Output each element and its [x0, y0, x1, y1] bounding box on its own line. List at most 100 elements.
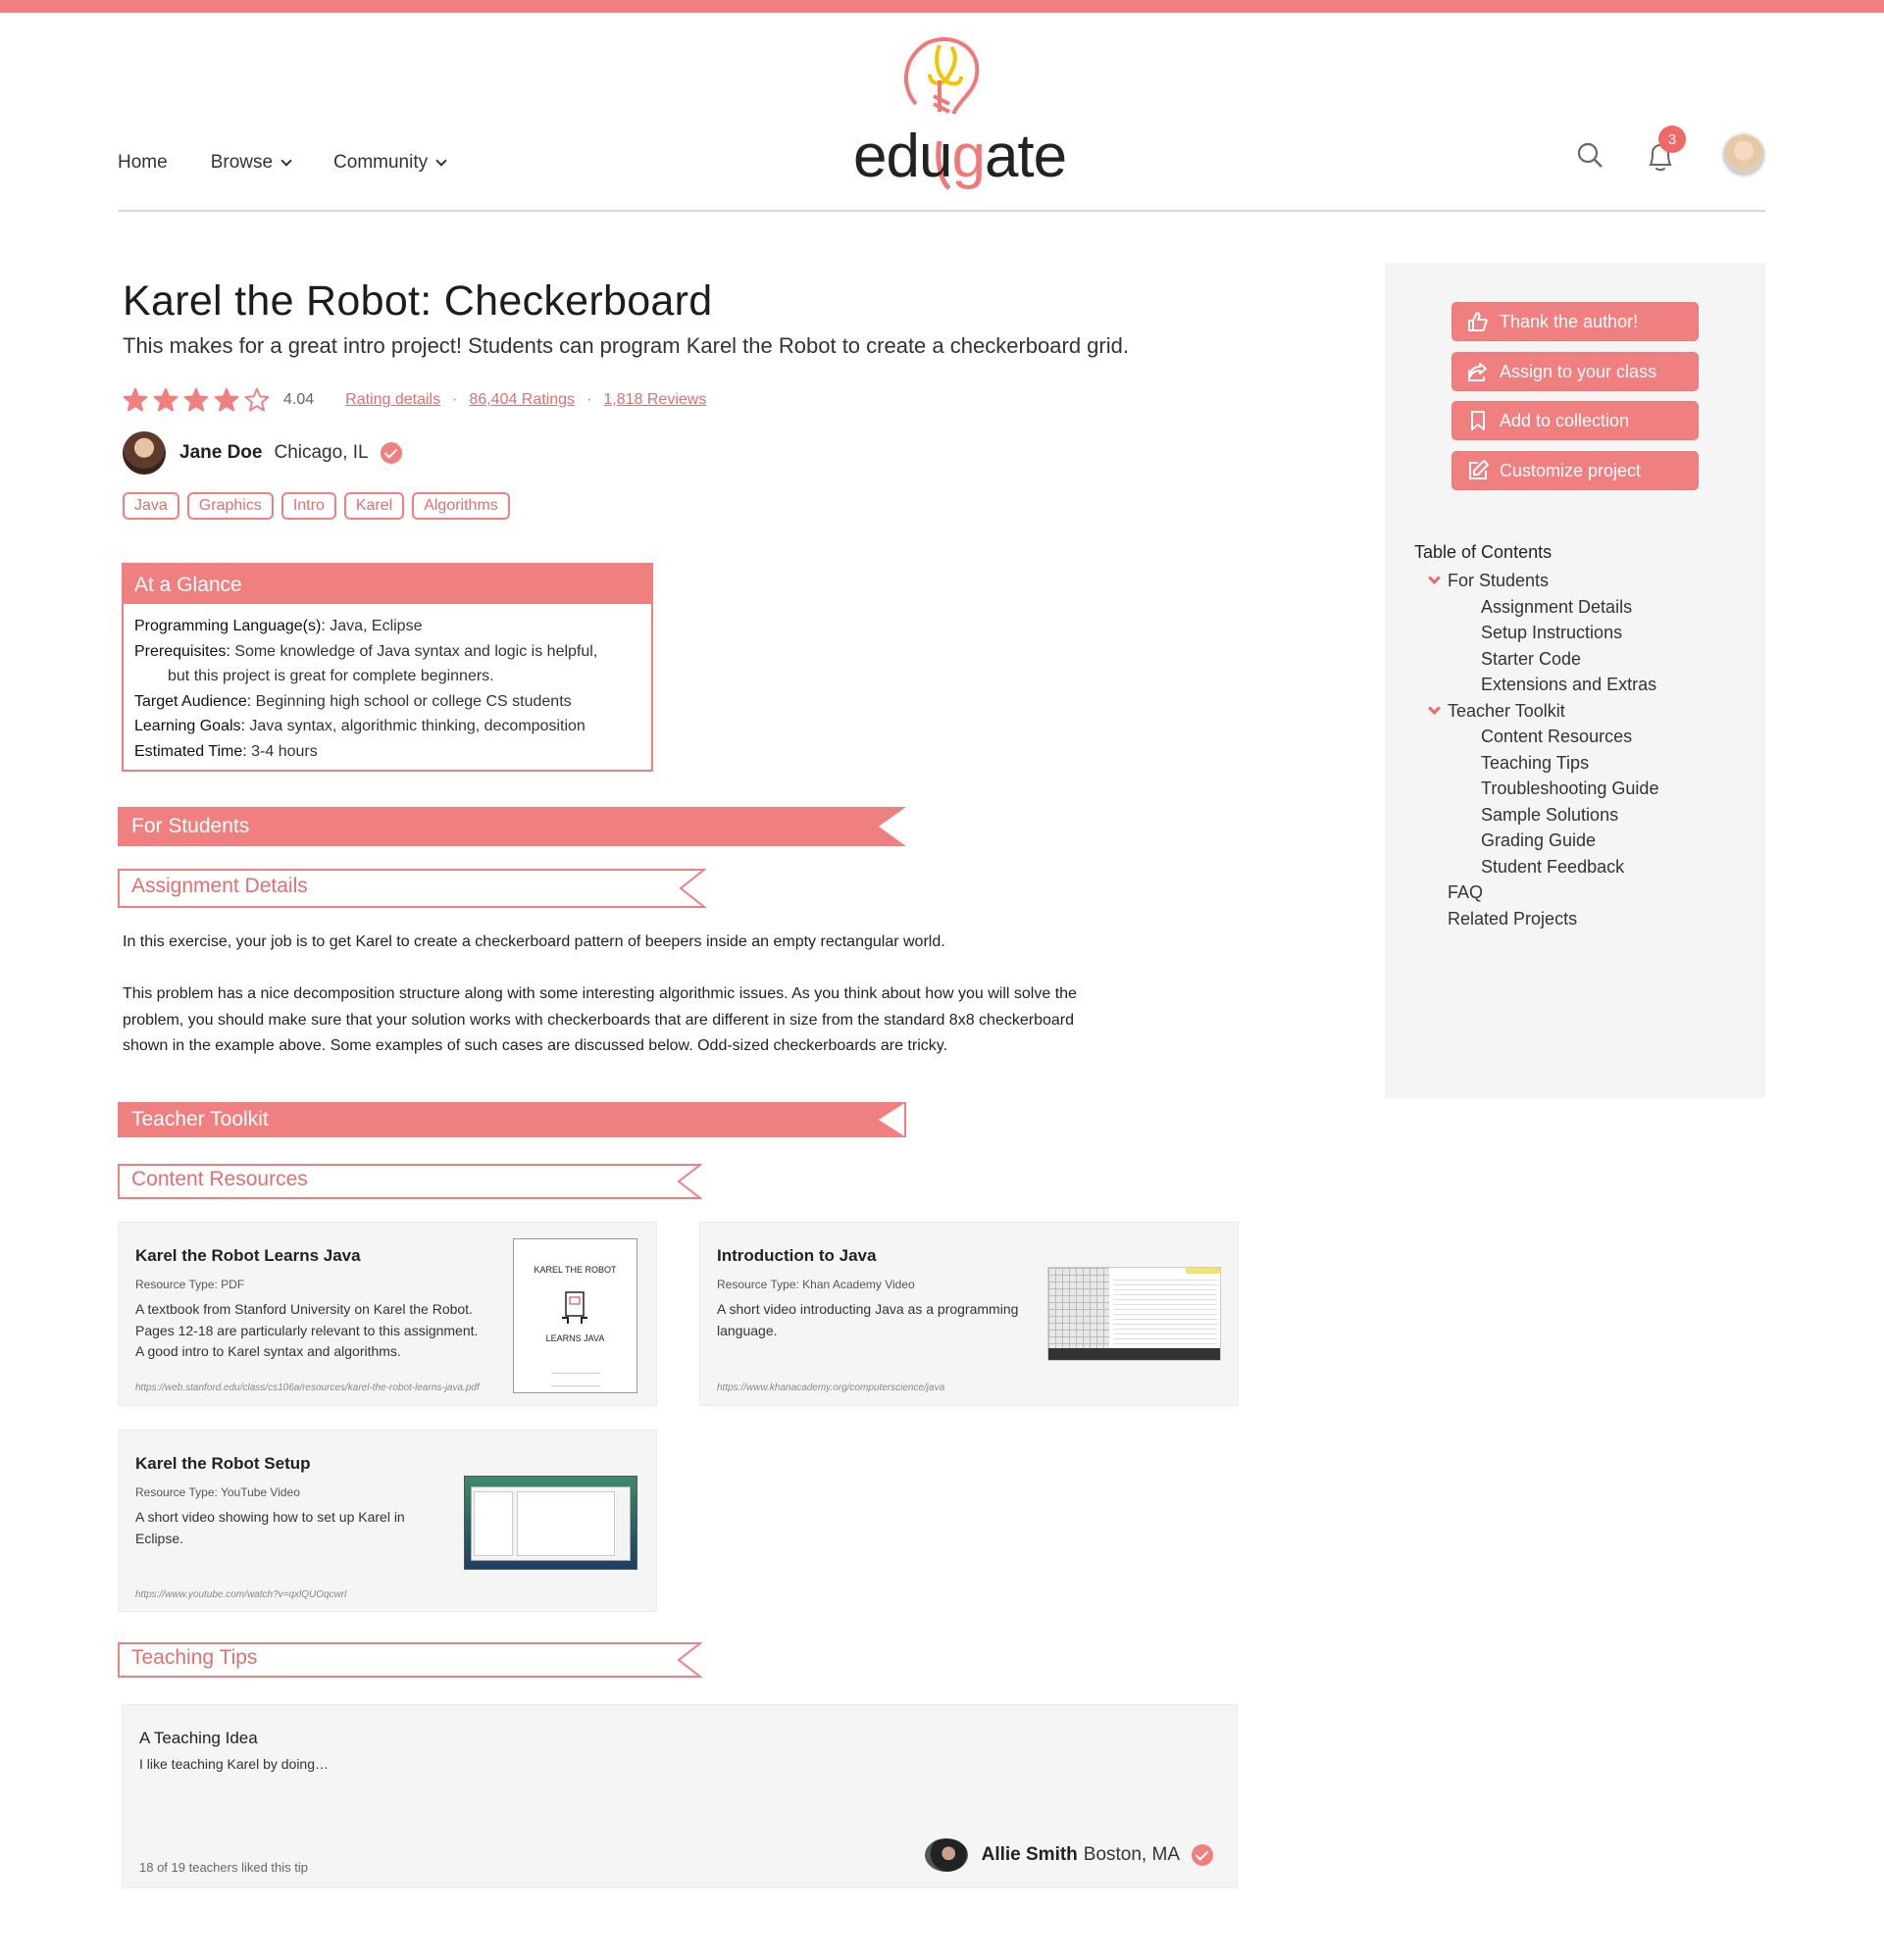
toc-assignment-details[interactable]: Assignment Details	[1414, 594, 1658, 621]
pdf-cover-fineprint	[551, 1373, 600, 1386]
tip-likes: 18 of 19 teachers liked this tip	[139, 1860, 308, 1875]
thumbs-up-icon	[1468, 312, 1488, 331]
customize-project-button[interactable]: Customize project	[1451, 451, 1699, 490]
tag-algorithms[interactable]: Algorithms	[412, 492, 510, 520]
toc-for-students[interactable]: For Students	[1414, 568, 1658, 594]
customize-project-label: Customize project	[1500, 460, 1642, 480]
share-icon	[1468, 363, 1487, 381]
subsection-assignment-details-label: Assignment Details	[131, 875, 308, 897]
karel-robot-icon	[562, 1291, 587, 1324]
chevron-down-icon[interactable]	[1428, 572, 1441, 584]
subsection-assignment-details: Assignment Details	[118, 869, 706, 908]
toc-content-resources[interactable]: Content Resources	[1414, 724, 1658, 750]
nav-browse[interactable]: Browse	[210, 152, 292, 174]
thank-author-button[interactable]: Thank the author!	[1451, 302, 1699, 341]
nav-community[interactable]: Community	[333, 152, 447, 174]
resource-description-line: A good intro to Karel syntax and algorit…	[135, 1343, 401, 1359]
reviews-count-link[interactable]: 1,818 Reviews	[603, 391, 706, 409]
add-collection-button[interactable]: Add to collection	[1451, 401, 1699, 440]
nav-home[interactable]: Home	[118, 152, 168, 174]
toc-setup-instructions[interactable]: Setup Instructions	[1414, 620, 1658, 646]
resource-description-line: A short video introducting Java as a pro…	[717, 1301, 1019, 1317]
toc-starter-code[interactable]: Starter Code	[1414, 646, 1658, 673]
search-icon[interactable]	[1576, 141, 1604, 169]
pdf-cover-subtitle: LEARNS JAVA	[545, 1333, 605, 1343]
resource-url[interactable]: https://www.khanacademy.org/computerscie…	[717, 1382, 944, 1393]
nav-browse-label: Browse	[210, 152, 274, 173]
toc-extensions[interactable]: Extensions and Extras	[1414, 672, 1658, 698]
page-subtitle: This makes for a great intro project! St…	[123, 333, 1129, 358]
resource-description: A short video introducting Java as a pro…	[717, 1299, 1018, 1341]
section-for-students-label: For Students	[131, 815, 250, 837]
toc-teaching-tips[interactable]: Teaching Tips	[1414, 750, 1658, 777]
toc-student-feedback[interactable]: Student Feedback	[1414, 854, 1658, 880]
video-code-pane	[1113, 1276, 1217, 1344]
resource-description-line: A textbook from Stanford University on K…	[135, 1301, 473, 1317]
resource-card-karel-learns-java[interactable]: Karel the Robot Learns Java Resource Typ…	[118, 1222, 657, 1406]
author-avatar[interactable]	[123, 431, 166, 475]
resource-title: Karel the Robot Learns Java	[135, 1246, 361, 1265]
assignment-paragraph-2: This problem has a nice decomposition st…	[123, 981, 1162, 1060]
toc-grading-guide[interactable]: Grading Guide	[1414, 828, 1658, 854]
video-controls-bar	[1048, 1348, 1220, 1360]
main-nav: Home Browse Community	[118, 152, 447, 174]
section-teacher-toolkit-label: Teacher Toolkit	[131, 1108, 269, 1131]
tag-intro[interactable]: Intro	[280, 492, 336, 520]
edit-icon	[1469, 460, 1489, 479]
resource-description: A short video showing how to set up Kare…	[135, 1507, 405, 1549]
toc-troubleshooting[interactable]: Troubleshooting Guide	[1414, 776, 1658, 802]
toc-sample-solutions[interactable]: Sample Solutions	[1414, 802, 1658, 829]
at-a-glance-box: At a Glance Programming Language(s): Jav…	[122, 563, 653, 772]
at-a-glance-body: Programming Language(s): Java, Eclipse P…	[124, 604, 651, 774]
assignment-paragraph-1: In this exercise, your job is to get Kar…	[123, 933, 945, 950]
notifications-button[interactable]: 3	[1645, 126, 1686, 173]
star-filled-icon	[123, 387, 148, 412]
at-a-glance-heading: At a Glance	[124, 565, 651, 604]
nav-community-label: Community	[333, 152, 429, 173]
resource-url[interactable]: https://web.stanford.edu/class/cs106a/re…	[135, 1382, 480, 1393]
tip-author-name[interactable]: Allie Smith	[982, 1844, 1078, 1866]
resource-card-karel-setup[interactable]: Karel the Robot Setup Resource Type: You…	[118, 1430, 657, 1612]
goals-value: Java syntax, algorithmic thinking, decom…	[244, 718, 586, 734]
assignment-paragraph-2-line: shown in the example above. Some example…	[123, 1037, 948, 1054]
author-name[interactable]: Jane Doe	[179, 442, 262, 464]
assign-class-label: Assign to your class	[1500, 361, 1657, 381]
banner-end-line	[904, 1102, 906, 1137]
separator-dot: ·	[452, 391, 458, 408]
toc-label: Teacher Toolkit	[1448, 700, 1565, 721]
tip-author-avatar[interactable]	[924, 1838, 968, 1872]
prereq-value-cont: but this project is great for complete b…	[168, 668, 494, 684]
resource-card-intro-java[interactable]: Introduction to Java Resource Type: Khan…	[699, 1222, 1239, 1406]
resource-url[interactable]: https://www.youtube.com/watch?v=qxlQUOqc…	[135, 1589, 346, 1600]
verified-check-icon	[1192, 1844, 1213, 1866]
ratings-count-link[interactable]: 86,404 Ratings	[469, 391, 575, 409]
star-empty-icon	[244, 387, 270, 412]
time-label: Estimated Time:	[134, 742, 247, 760]
bookmark-icon	[1471, 411, 1485, 430]
tag-list: Java Graphics Intro Karel Algorithms	[123, 492, 510, 520]
tag-karel[interactable]: Karel	[343, 492, 405, 520]
user-avatar[interactable]	[1721, 132, 1766, 177]
video-eclipse-sidebar	[474, 1491, 513, 1556]
verified-check-icon	[380, 442, 402, 464]
teaching-tip-card[interactable]: A Teaching Idea I like teaching Karel by…	[122, 1704, 1238, 1888]
toc-faq[interactable]: FAQ	[1414, 879, 1658, 906]
video-thumbnail[interactable]	[464, 1476, 637, 1570]
author-row: Jane Doe Chicago, IL	[123, 431, 402, 475]
pdf-cover-thumbnail[interactable]: KAREL THE ROBOT LEARNS JAVA	[513, 1238, 637, 1393]
rating-stars	[123, 387, 270, 413]
video-grid-pane	[1048, 1268, 1109, 1360]
rating-details-link[interactable]: Rating details	[345, 391, 440, 409]
tag-java[interactable]: Java	[123, 492, 179, 520]
tip-title: A Teaching Idea	[139, 1729, 258, 1747]
chevron-down-icon[interactable]	[1428, 701, 1441, 715]
video-thumbnail[interactable]	[1047, 1267, 1221, 1361]
tag-graphics[interactable]: Graphics	[186, 492, 274, 520]
logo[interactable]: edugate	[843, 35, 1067, 192]
separator-dot: ·	[586, 391, 592, 408]
toc-teacher-toolkit[interactable]: Teacher Toolkit	[1414, 698, 1658, 725]
toc-related-projects[interactable]: Related Projects	[1414, 906, 1658, 932]
assign-class-button[interactable]: Assign to your class	[1451, 352, 1699, 391]
author-location: Chicago, IL	[274, 442, 369, 463]
video-eclipse-window	[471, 1486, 631, 1561]
